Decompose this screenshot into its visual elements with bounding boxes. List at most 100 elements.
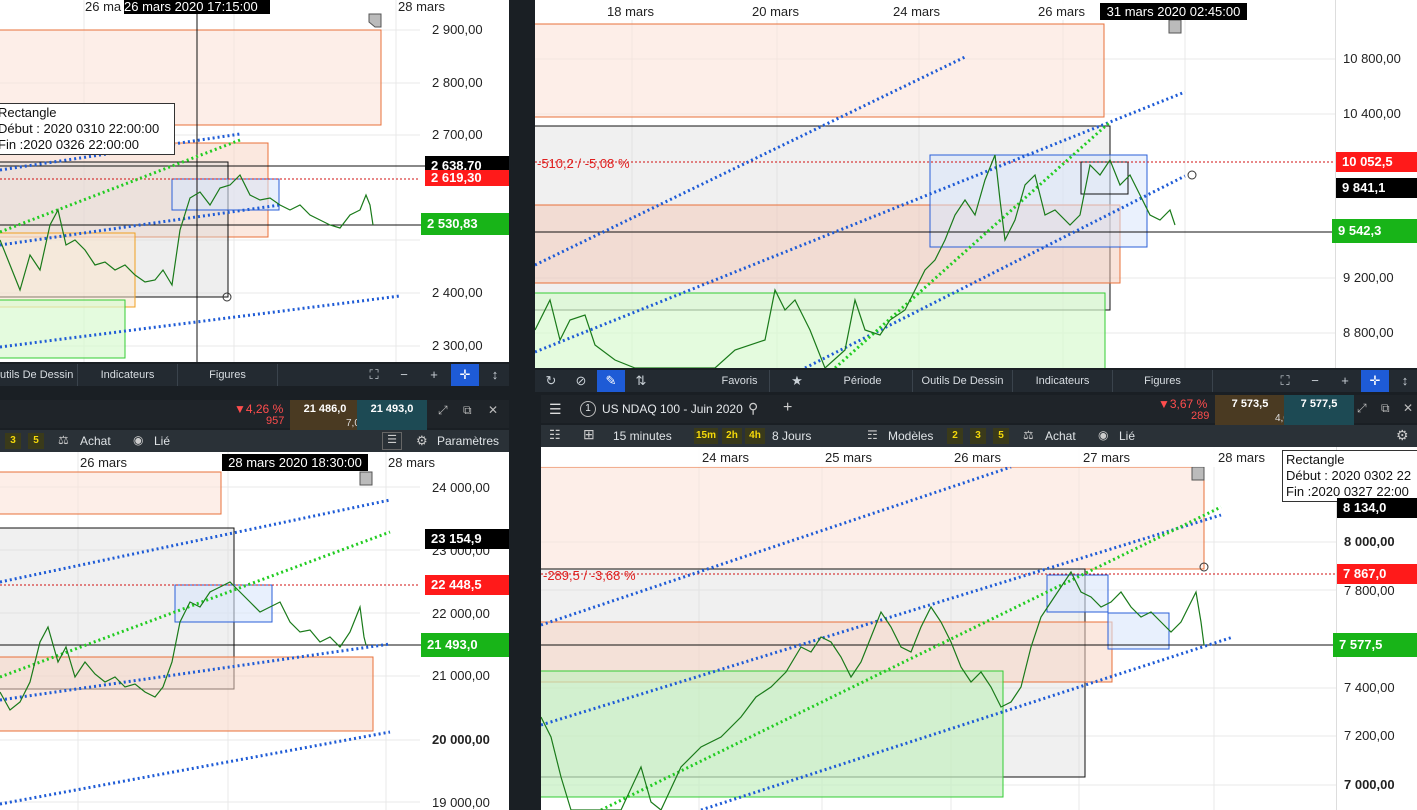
price-tag-green-br: 7 577,5 <box>1333 633 1417 657</box>
detach-icon-bl[interactable]: ⧉ <box>463 403 472 418</box>
gear-icon-bl[interactable]: ⚙ <box>416 433 428 449</box>
badge-5-bl[interactable]: 5 <box>28 433 44 449</box>
toolbar2-br: ☷ ⊞ 15 minutes 15m 2h 4h 8 Jours ☶ Modèl… <box>541 425 1417 447</box>
outils-dessin-button-tr[interactable]: Outils De Dessin <box>913 370 1013 392</box>
ylabel-tl-3: 2 400,00 <box>432 285 483 300</box>
chart-pane-top-left[interactable]: 26 ma 26 mars 2020 17:15:00 28 mars 2 90… <box>0 0 509 362</box>
header-bl: ▼4,26 % 957 21 486,0 7,0 21 493,0 ⤢ ⧉ ✕ <box>0 400 509 430</box>
close-icon-bl[interactable]: ✕ <box>488 403 498 417</box>
detach-icon-br[interactable]: ⧉ <box>1381 401 1390 416</box>
crosshair-icon-tr[interactable]: ✛ <box>1361 370 1389 392</box>
badge-2-br[interactable]: 2 <box>947 428 963 444</box>
pencil-icon[interactable]: ✎ <box>597 370 625 392</box>
outils-dessin-button[interactable]: utils De Dessin <box>0 364 78 386</box>
zoom-out-icon[interactable]: − <box>390 364 418 386</box>
eye-icon-bl[interactable]: ◉ <box>133 433 143 447</box>
zoom-out-icon-tr[interactable]: − <box>1301 370 1329 392</box>
rectangle-tooltip: Rectangle Début : 2020 0310 22:00:00 Fin… <box>0 103 175 155</box>
chart-pane-bottom-left[interactable]: 26 mars 28 mars 2020 18:30:00 28 mars 24… <box>0 452 509 810</box>
list-icon-br[interactable]: ☷ <box>549 427 561 443</box>
tooltip-br-line-2: Début : 2020 0302 22 <box>1286 468 1412 483</box>
ylabel-tr-0: 10 800,00 <box>1343 51 1401 66</box>
eye-icon-br[interactable]: ◉ <box>1098 428 1108 442</box>
chart-pane-bottom-right[interactable]: 24 mars 25 mars 26 mars 27 mars 28 mars … <box>541 447 1417 810</box>
tooltip-line-1: Rectangle <box>0 105 57 120</box>
quick-15m[interactable]: 15m <box>694 428 718 444</box>
rectangle-tooltip-br: Rectangle Début : 2020 0302 22 Fin :2020… <box>1282 450 1417 502</box>
expand-icon-bl[interactable]: ⤢ <box>438 403 448 418</box>
achat-icon-br[interactable]: ⚖ <box>1023 428 1034 442</box>
zoom-in-icon-tr[interactable]: + <box>1331 370 1359 392</box>
figures-button-tr[interactable]: Figures <box>1113 370 1213 392</box>
badge-3-bl[interactable]: 3 <box>5 433 21 449</box>
tooltip-line-2: Début : 2020 0310 22:00:00 <box>0 121 160 136</box>
chart-pane-top-right[interactable]: 18 mars 20 mars 24 mars 26 mars 31 mars … <box>535 0 1417 368</box>
x-axis-bar-br <box>541 447 1336 467</box>
timeframe-select[interactable]: 15 minutes <box>613 429 672 443</box>
lie-label-br[interactable]: Lié <box>1119 429 1135 443</box>
tooltip-line-3: Fin :2020 0326 22:00:00 <box>0 137 139 152</box>
cancel-icon[interactable]: ⊘ <box>567 370 595 392</box>
add-icon-br[interactable]: + <box>783 399 792 417</box>
ask-box-bl[interactable]: 21 493,0 <box>357 400 427 430</box>
favoris-button[interactable]: Favoris <box>710 370 770 392</box>
achat-label-br[interactable]: Achat <box>1045 429 1076 443</box>
ask-price-bl: 21 493,0 <box>370 403 414 415</box>
parametres-label[interactable]: Paramètres <box>437 434 499 448</box>
indicateurs-button-tr[interactable]: Indicateurs <box>1013 370 1113 392</box>
quick-4h[interactable]: 4h <box>745 428 765 444</box>
crosshair-icon[interactable]: ✛ <box>451 364 479 386</box>
toolbar2-bl: 3 5 ⚖ Achat ◉ Lié ☰ ⚙ Paramètres <box>0 430 509 452</box>
quick-2h[interactable]: 2h <box>722 428 742 444</box>
fit-vertical-icon[interactable]: ↕ <box>481 364 509 386</box>
close-icon-br[interactable]: ✕ <box>1403 401 1413 415</box>
xlabel-br-4: 28 mars <box>1218 450 1265 465</box>
layout-icon[interactable]: ⛶ <box>360 364 388 386</box>
periode-button[interactable]: Période <box>813 370 913 392</box>
ylabel-tl-2: 2 700,00 <box>432 127 483 142</box>
price-tag-red-br: 7 867,0 <box>1337 564 1417 584</box>
measure-label-tr: -510,2 / -5,08 % <box>537 156 630 171</box>
bid-price-br: 7 573,5 <box>1231 398 1269 410</box>
figures-button[interactable]: Figures <box>178 364 278 386</box>
achat-label-bl[interactable]: Achat <box>80 434 111 448</box>
list-icon-bl[interactable]: ☰ <box>382 432 402 450</box>
xlabel-tr-1: 20 mars <box>752 4 799 19</box>
search-icon-br[interactable]: ⚲ <box>748 400 758 417</box>
xlabel-bl-1: 28 mars <box>388 455 435 470</box>
lie-label-bl[interactable]: Lié <box>154 434 170 448</box>
gear-icon-br[interactable]: ⚙ <box>1396 427 1409 444</box>
chart-canvas-tr[interactable] <box>535 0 1417 368</box>
achat-icon-bl[interactable]: ⚖ <box>58 433 69 447</box>
menu-icon-br[interactable]: ☰ <box>549 401 562 418</box>
star-icon[interactable]: ★ <box>783 370 811 392</box>
chart-canvas-bl[interactable] <box>0 452 509 810</box>
modeles-button[interactable]: Modèles <box>888 429 933 443</box>
xlabel-br-1: 25 mars <box>825 450 872 465</box>
xlabel-br-0: 24 mars <box>702 450 749 465</box>
ask-box-br[interactable]: 7 577,5 <box>1284 395 1354 425</box>
magnet-icon[interactable]: ⇅ <box>627 370 655 392</box>
templates-icon[interactable]: ☶ <box>867 428 878 442</box>
refresh-icon[interactable]: ↻ <box>537 370 565 392</box>
badge-3-br[interactable]: 3 <box>970 428 986 444</box>
fit-vertical-icon-tr[interactable]: ↕ <box>1391 370 1417 392</box>
ylabel-tl-0: 2 900,00 <box>432 22 483 37</box>
grid-icon-br[interactable]: ⊞ <box>583 426 595 443</box>
zoom-in-icon[interactable]: + <box>420 364 448 386</box>
expand-icon-br[interactable]: ⤢ <box>1357 401 1367 416</box>
ylabel-tr-3: 8 800,00 <box>1343 325 1394 340</box>
instrument-title[interactable]: US NDAQ 100 - Juin 2020 <box>602 402 743 416</box>
badge-5-br[interactable]: 5 <box>993 428 1009 444</box>
price-tag-black-br: 8 134,0 <box>1337 498 1417 518</box>
period-select[interactable]: 8 Jours <box>772 429 811 443</box>
ylabel-bl-2: 22 000,00 <box>432 606 490 621</box>
layout-icon-tr[interactable]: ⛶ <box>1271 370 1299 392</box>
xlabel-tl-0: 26 ma <box>85 0 122 14</box>
toolbar-tl: utils De Dessin Indicateurs Figures ⛶ − … <box>0 364 509 386</box>
xlabel-tr-2: 24 mars <box>893 4 940 19</box>
indicateurs-button[interactable]: Indicateurs <box>78 364 178 386</box>
ylabel-tr-2: 9 200,00 <box>1343 270 1394 285</box>
ask-price-br: 7 577,5 <box>1300 398 1338 410</box>
change-percent-br: ▼3,67 % <box>1158 397 1208 411</box>
